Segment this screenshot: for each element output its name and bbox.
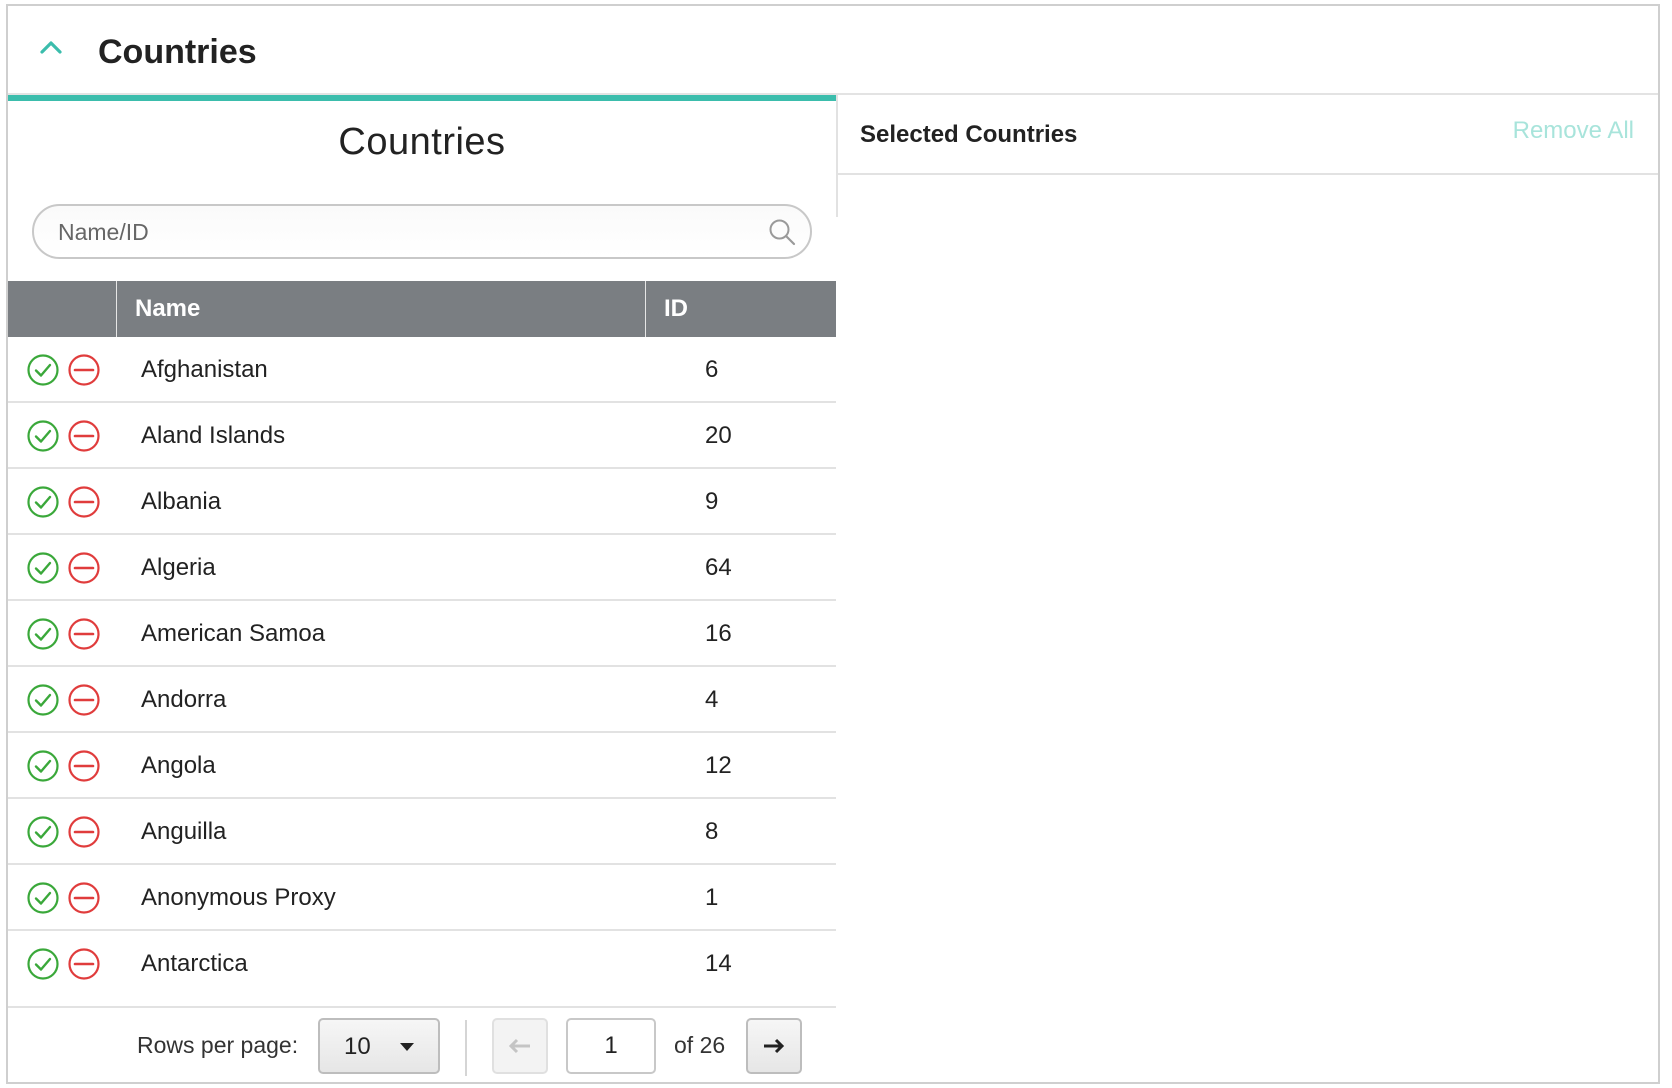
arrow-right-icon [764,1038,785,1054]
available-countries-pane: Countries Name ID Afghanistan 6 Aland Isla… [8,95,836,1082]
check-circle-icon[interactable] [26,881,60,915]
country-id: 8 [705,818,719,845]
country-id: 4 [705,686,719,713]
check-circle-icon[interactable] [26,551,60,585]
check-circle-icon[interactable] [26,683,60,717]
selected-countries-pane: Selected Countries Remove All [836,95,1658,1082]
minus-circle-icon[interactable] [67,551,101,585]
table-row: Afghanistan 6 [8,337,836,403]
search-box [32,204,812,259]
table-row: American Samoa 16 [8,601,836,667]
table-row: Angola 12 [8,733,836,799]
column-divider [116,281,117,337]
table-body: Afghanistan 6 Aland Islands 20 Albania 9 Alger… [8,337,836,997]
check-circle-icon[interactable] [26,749,60,783]
arrow-left-icon [508,1038,530,1054]
check-circle-icon[interactable] [26,947,60,981]
table-row: Andorra 4 [8,667,836,733]
rows-per-page-label: Rows per page: [137,1032,299,1058]
country-name: Angola [141,752,216,779]
check-circle-icon[interactable] [26,485,60,519]
country-name: Afghanistan [141,356,268,383]
countries-panel: Countries Countries Name ID Afghanistan 6… [6,4,1660,1084]
table-row: Anonymous Proxy 1 [8,865,836,931]
check-circle-icon[interactable] [26,419,60,453]
selected-countries-title: Selected Countries [860,121,1078,148]
country-id: 16 [705,620,732,647]
actions-column-header [8,281,116,337]
page-number-input[interactable] [566,1018,656,1074]
table-row: Albania 9 [8,469,836,535]
country-id: 6 [705,356,719,383]
country-name: Anguilla [141,818,227,845]
table-row: Antarctica 14 [8,931,836,997]
next-page-button[interactable] [746,1018,802,1074]
minus-circle-icon[interactable] [67,485,101,519]
id-column-header[interactable]: ID [664,281,688,337]
country-id: 20 [705,422,732,449]
minus-circle-icon[interactable] [67,815,101,849]
country-id: 9 [705,488,719,515]
available-list-title: Countries [338,121,506,163]
country-name: American Samoa [141,620,326,647]
table-row: Aland Islands 20 [8,403,836,469]
name-column-header[interactable]: Name [135,281,200,337]
country-name: Albania [141,488,222,515]
search-icon[interactable] [768,218,796,246]
chevron-up-icon[interactable] [40,40,62,54]
country-name: Andorra [141,686,227,713]
pagination-divider [465,1020,467,1076]
countries-table: Name ID Afghanistan 6 Aland Islands 20 Alban… [8,281,836,997]
selected-header: Selected Countries Remove All [836,95,1658,175]
remove-all-button[interactable]: Remove All [1513,117,1634,145]
check-circle-icon[interactable] [26,815,60,849]
caret-down-icon [400,1043,414,1051]
minus-circle-icon[interactable] [67,419,101,453]
minus-circle-icon[interactable] [67,947,101,981]
country-name: Anonymous Proxy [141,884,336,911]
column-divider [645,281,646,337]
check-circle-icon[interactable] [26,617,60,651]
tab-accent-bar [8,95,836,101]
minus-circle-icon[interactable] [67,881,101,915]
minus-circle-icon[interactable] [67,749,101,783]
country-name: Antarctica [141,950,248,977]
table-row: Algeria 64 [8,535,836,601]
table-header: Name ID [8,281,836,337]
country-id: 14 [705,950,732,977]
minus-circle-icon[interactable] [67,617,101,651]
country-name: Algeria [141,554,216,581]
search-input[interactable] [56,206,740,259]
rows-per-page-value: 10 [344,1033,371,1060]
country-id: 12 [705,752,732,779]
check-circle-icon[interactable] [26,353,60,387]
panel-title: Countries [98,33,257,71]
pagination-bar: Rows per page: 10 of 26 [8,1006,836,1086]
minus-circle-icon[interactable] [67,683,101,717]
country-name: Aland Islands [141,422,286,449]
minus-circle-icon[interactable] [67,353,101,387]
table-row: Anguilla 8 [8,799,836,865]
total-pages-label: of 26 [674,1032,726,1058]
previous-page-button[interactable] [492,1018,548,1074]
rows-per-page-select[interactable]: 10 [318,1018,440,1074]
panel-header: Countries [8,6,1658,95]
country-id: 64 [705,554,732,581]
country-id: 1 [705,884,719,911]
